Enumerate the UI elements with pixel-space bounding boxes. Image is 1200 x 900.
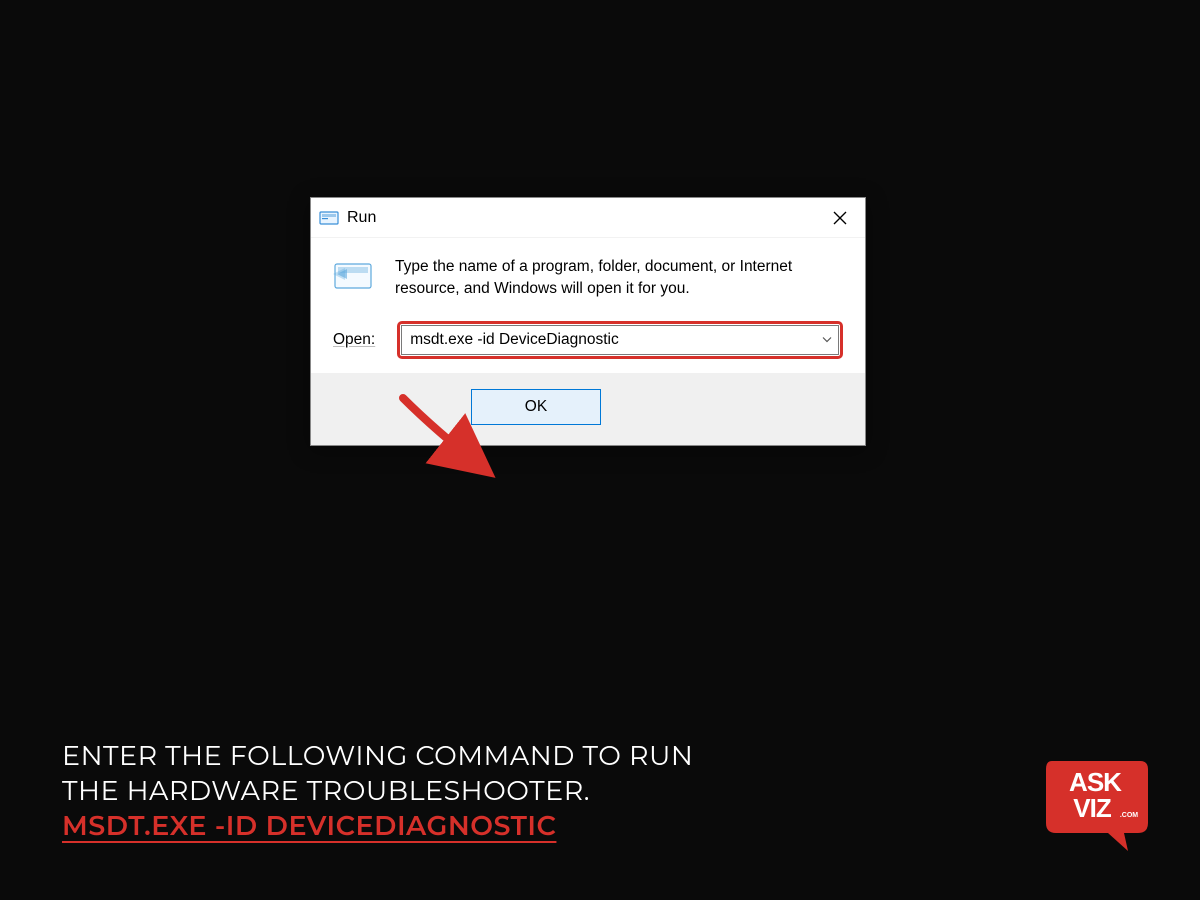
titlebar: Run: [311, 198, 865, 238]
svg-text:.COM: .COM: [1120, 812, 1138, 819]
chevron-down-icon[interactable]: [822, 335, 832, 346]
instruction-caption: ENTER THE FOLLOWING COMMAND TO RUN THE H…: [62, 738, 693, 843]
dialog-button-row: OK: [311, 373, 865, 445]
svg-text:VIZ: VIZ: [1073, 793, 1112, 823]
askviz-logo: ASK VIZ .COM: [1042, 755, 1152, 855]
ok-button[interactable]: OK: [471, 389, 601, 425]
run-dialog: Run Type the name of a program, folder, …: [310, 197, 866, 446]
run-dialog-icon: [319, 208, 339, 228]
run-program-icon: [333, 258, 377, 294]
open-label: Open:: [333, 331, 375, 349]
open-input[interactable]: [410, 331, 814, 349]
dialog-title: Run: [347, 209, 817, 227]
caption-line-2: THE HARDWARE TROUBLESHOOTER.: [62, 773, 693, 808]
open-combobox[interactable]: [401, 325, 839, 355]
dialog-description: Type the name of a program, folder, docu…: [395, 256, 843, 299]
caption-line-1: ENTER THE FOLLOWING COMMAND TO RUN: [62, 738, 693, 773]
caption-command: MSDT.EXE -ID DEVICEDIAGNOSTIC: [62, 808, 693, 843]
open-field-highlight: [397, 321, 843, 359]
close-button[interactable]: [817, 199, 863, 237]
ok-button-label: OK: [525, 398, 547, 416]
dialog-body: Type the name of a program, folder, docu…: [311, 238, 865, 373]
